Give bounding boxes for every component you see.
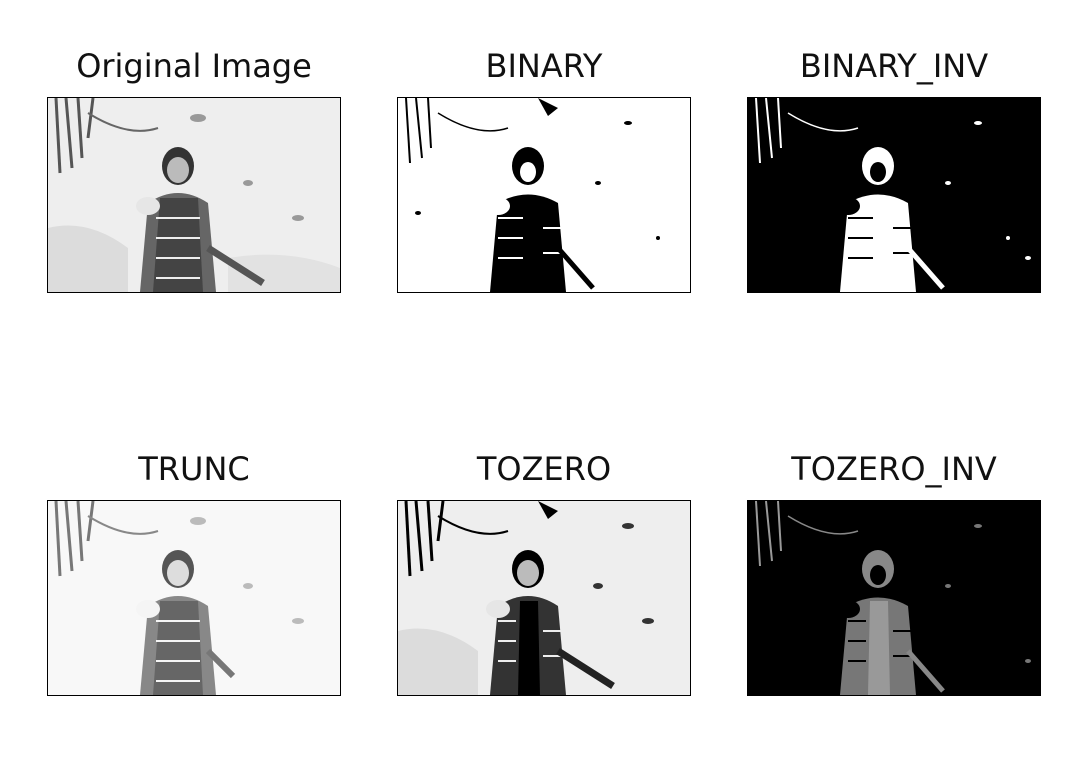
- panel-title: Original Image: [76, 47, 312, 85]
- panel-title: TRUNC: [138, 450, 250, 488]
- binary-image: [397, 97, 691, 293]
- panel-binary: BINARY: [397, 47, 691, 293]
- panel-title: BINARY: [485, 47, 603, 85]
- panel-binary-inv: BINARY_INV: [747, 47, 1041, 293]
- panel-trunc: TRUNC: [47, 450, 341, 696]
- panel-title: BINARY_INV: [799, 47, 989, 85]
- tozero-image: [397, 500, 691, 696]
- binary-inv-image: [747, 97, 1041, 293]
- trunc-image: [47, 500, 341, 696]
- tozero-inv-image: [747, 500, 1041, 696]
- original-image: [47, 97, 341, 293]
- panel-tozero: TOZERO: [397, 450, 691, 696]
- panel-title: TOZERO: [476, 450, 612, 488]
- panel-title: TOZERO_INV: [791, 450, 997, 488]
- panel-tozero-inv: TOZERO_INV: [747, 450, 1041, 696]
- panel-original-image: Original Image: [47, 47, 341, 293]
